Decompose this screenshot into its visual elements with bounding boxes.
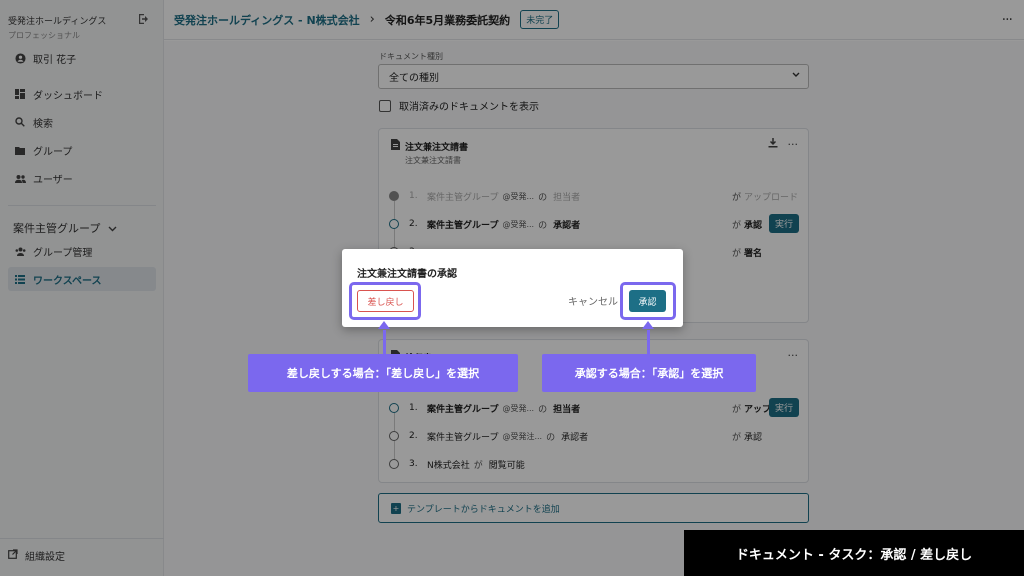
reject-callout: 差し戻しする場合：「差し戻し」を選択 xyxy=(248,354,518,392)
dialog-title: 注文兼注文請書の承認 xyxy=(357,269,457,280)
approve-callout: 承認する場合：「承認」を選択 xyxy=(542,354,756,392)
caption-banner: ドキュメント - タスク：承認 / 差し戻し xyxy=(684,530,1024,576)
callout-connector xyxy=(647,330,650,354)
reject-highlight xyxy=(349,282,421,320)
approve-highlight xyxy=(620,282,676,320)
callout-connector xyxy=(383,330,386,354)
arrow-up-icon xyxy=(642,321,654,329)
arrow-up-icon xyxy=(378,321,390,329)
cancel-button[interactable]: キャンセル xyxy=(568,293,618,308)
